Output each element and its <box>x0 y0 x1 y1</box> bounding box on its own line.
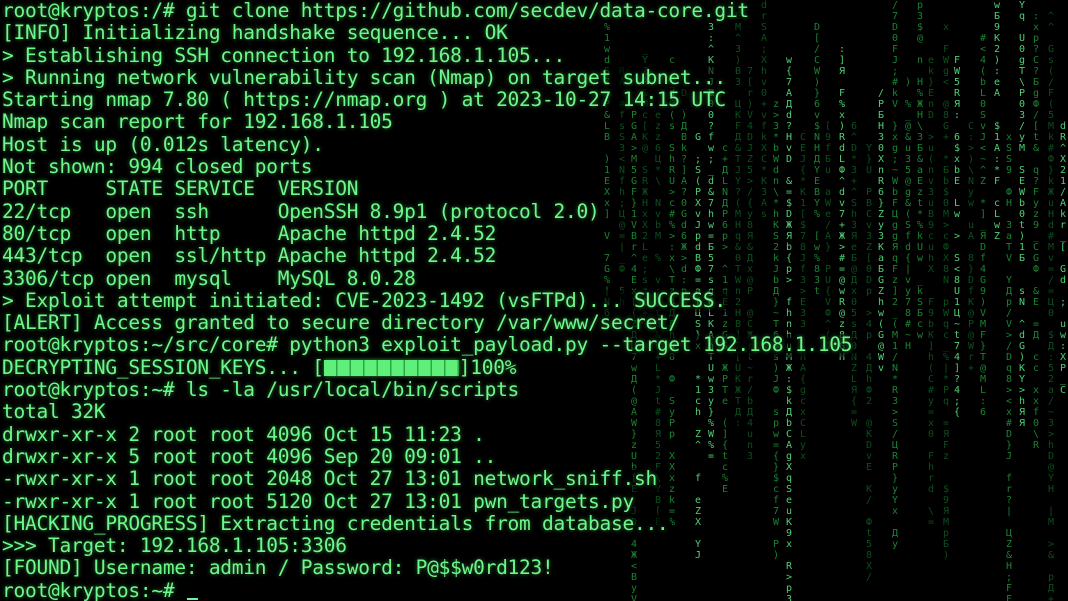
terminal-line-exploit: > Exploit attempt initiated: CVE-2023-14… <box>2 288 728 313</box>
terminal-line-info-handshake: [INFO] Initializing handshake sequence..… <box>2 21 510 45</box>
terminal-line-host-up: Host is up (0.012s latency). <box>2 132 326 157</box>
terminal-line-alert: [ALERT] Access granted to secure directo… <box>2 311 682 335</box>
progress-label: DECRYPTING_SESSION_KEYS... [ <box>2 355 324 379</box>
terminal-window[interactable]: root@kryptos:/# git clone https://github… <box>2 0 902 601</box>
terminal-line-python-cmd: root@kryptos:~/src/core# python3 exploit… <box>2 333 855 357</box>
progress-bar <box>323 359 459 376</box>
dir-listing-row: drwxr-xr-x 5 root root 4096 Sep 20 09:01… <box>2 444 499 469</box>
matrix-rain-column: w Б 9 K 2 ) : e A $ 1 A : * F c L w Z <box>993 0 1001 242</box>
text-cursor <box>186 597 198 600</box>
port-table-row: 22/tcp open ssh OpenSSH 8.9p1 (protocol … <box>2 199 602 223</box>
matrix-rain-column: F W 5 R Я : 6 $ x b E L w > S < 8 U 1 Ц … <box>953 55 961 418</box>
dir-listing-row: -rwxr-xr-x 1 root root 2048 Oct 27 13:01… <box>2 467 659 491</box>
matrix-rain-column: e k } E n D > u ( n v 3 u B 9 c u h X F … <box>927 55 935 528</box>
terminal-line-ssh: > Establishing SSH connection to 192.168… <box>2 43 568 67</box>
port-table-row: 443/tcp open ssl/http Apache httpd 2.4.5… <box>2 244 499 268</box>
decrypt-progress-line: DECRYPTING_SESSION_KEYS... [] 100% <box>2 355 519 380</box>
terminal-line-nmap-run: > Running network vulnerability scan (Nm… <box>2 65 728 90</box>
matrix-rain-column: Y q U 0 g T \ P 0 З / y M S E W b 0 t ) … <box>1018 0 1026 429</box>
port-table-row: 80/tcp open http Apache httpd 2.4.52 <box>2 221 499 246</box>
matrix-rain-column: ^ ^ G s ( / F ( 5 M k # Ф } k Ж u H d # … <box>1047 11 1055 601</box>
terminal-line-found-credentials: [FOUND] Username: admin / Password: P@$$… <box>2 556 556 580</box>
dir-listing-row: -rwxr-xr-x 1 root root 5120 Oct 27 13:01… <box>2 489 636 513</box>
terminal-line-hacking-progress: [HACKING_PROGRESS] Extracting credential… <box>2 511 671 536</box>
port-table-row: 3306/tcp open mysql MySQL 8.0.28 <box>2 266 418 290</box>
terminal-line-total: total 32K <box>2 400 108 424</box>
terminal-line-nmap-start: Starting nmap 7.80 ( https://nmap.org ) … <box>2 88 728 112</box>
dir-listing-row: drwxr-xr-x 2 root root 4096 Oct 15 11:23… <box>2 422 487 446</box>
terminal-line-target: >>> Target: 192.168.1.105:3306 <box>2 534 349 558</box>
matrix-rain-column: x S S 9 Ф H 3 a T V Y Д p / V > / D q 8 … <box>1005 132 1013 601</box>
port-table-header: PORT STATE SERVICE VERSION <box>2 177 361 201</box>
matrix-rain-column: ) % _ @ & u З 5 @ g & ( S f d { | v y 7 … <box>904 77 912 352</box>
prompt-text: root@kryptos:~# <box>2 578 186 601</box>
progress-bracket-close: ] <box>458 355 471 379</box>
terminal-line-not-shown: Not shown: 994 closed ports <box>2 155 315 179</box>
matrix-rain-column: C : > ) \ N y w u A 8 } D f K @ P @ W r … <box>967 121 975 374</box>
terminal-line-git-clone: root@kryptos:/# git clone https://github… <box>2 0 751 23</box>
terminal-line-scan-report: Nmap scan report for 192.168.1.105 <box>2 110 395 134</box>
progress-percent: 100% <box>470 355 517 379</box>
matrix-rain-column: d R ^ X 2 1 / A k r _ [ G d ; u w : X P … <box>1059 121 1067 396</box>
matrix-rain-column: : x p ? C ? Б g Ф / [ t & q ? F y z 9 _ … <box>1032 11 1040 451</box>
matrix-rain-column: # < 4 ( b L 0 S v J < ~ ^ Z * ] _ Я D f … <box>979 33 987 418</box>
command-prompt[interactable]: root@kryptos:~# <box>2 578 200 601</box>
terminal-line-ls-cmd: root@kryptos:~# ls -la /usr/local/bin/sc… <box>2 378 522 402</box>
